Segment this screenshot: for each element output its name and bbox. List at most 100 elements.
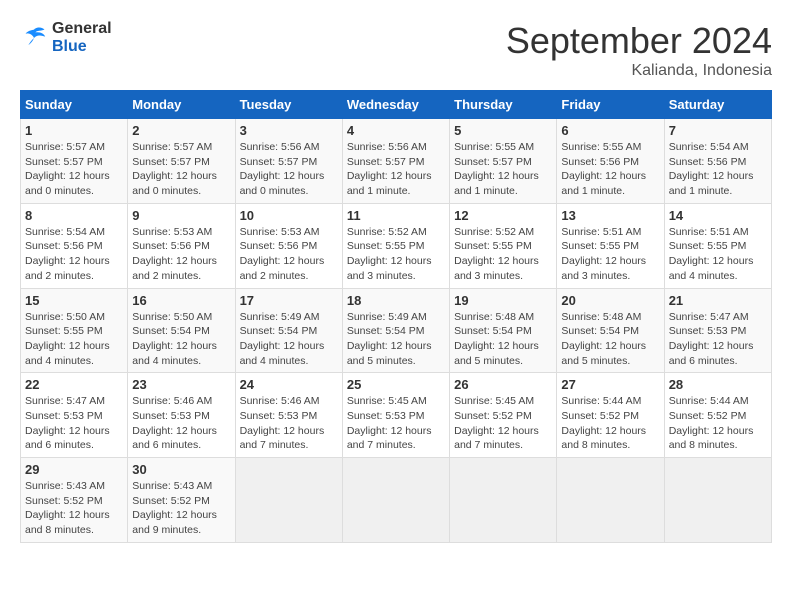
day-number: 25 [347,377,445,392]
day-number: 28 [669,377,767,392]
calendar-week-3: 15Sunrise: 5:50 AM Sunset: 5:55 PM Dayli… [21,288,772,373]
calendar-cell: 23 Sunrise: 5:46 AM Sunset: 5:53 PM Dayli… [128,373,235,458]
calendar-cell [235,458,342,543]
calendar-cell [342,458,449,543]
location: Kalianda, Indonesia [506,62,772,80]
calendar-cell: 7 Sunrise: 5:54 AM Sunset: 5:56 PM Daylig… [664,119,771,204]
day-number: 1 [25,123,123,138]
header-saturday: Saturday [664,91,771,119]
day-number: 5 [454,123,552,138]
calendar-cell: 26Sunrise: 5:45 AM Sunset: 5:52 PM Dayli… [450,373,557,458]
calendar-cell: 29Sunrise: 5:43 AM Sunset: 5:52 PM Dayli… [21,458,128,543]
calendar-week-5: 29Sunrise: 5:43 AM Sunset: 5:52 PM Dayli… [21,458,772,543]
logo-bird-icon [20,24,48,52]
header-thursday: Thursday [450,91,557,119]
calendar-cell [557,458,664,543]
calendar-cell: 14 Sunrise: 5:51 AM Sunset: 5:55 PM Dayli… [664,203,771,288]
day-info: Sunrise: 5:52 AM Sunset: 5:55 PM Dayligh… [454,225,552,284]
day-number: 13 [561,208,659,223]
day-info: Sunrise: 5:50 AM Sunset: 5:54 PM Dayligh… [132,310,230,369]
day-info: Sunrise: 5:56 AM Sunset: 5:57 PM Dayligh… [240,140,338,199]
day-info: Sunrise: 5:51 AM Sunset: 5:55 PM Dayligh… [561,225,659,284]
day-info: Sunrise: 5:49 AM Sunset: 5:54 PM Dayligh… [240,310,338,369]
day-number: 23 [132,377,230,392]
calendar-cell: 27 Sunrise: 5:44 AM Sunset: 5:52 PM Dayli… [557,373,664,458]
calendar-cell: 13 Sunrise: 5:51 AM Sunset: 5:55 PM Dayli… [557,203,664,288]
day-number: 2 [132,123,230,138]
calendar-cell: 30 Sunrise: 5:43 AM Sunset: 5:52 PM Dayli… [128,458,235,543]
calendar-cell [450,458,557,543]
day-info: Sunrise: 5:46 AM Sunset: 5:53 PM Dayligh… [132,394,230,453]
header-wednesday: Wednesday [342,91,449,119]
calendar-cell: 17 Sunrise: 5:49 AM Sunset: 5:54 PM Dayli… [235,288,342,373]
day-number: 4 [347,123,445,138]
day-info: Sunrise: 5:54 AM Sunset: 5:56 PM Dayligh… [25,225,123,284]
day-info: Sunrise: 5:48 AM Sunset: 5:54 PM Dayligh… [454,310,552,369]
day-info: Sunrise: 5:55 AM Sunset: 5:56 PM Dayligh… [561,140,659,199]
day-number: 3 [240,123,338,138]
month-title: September 2024 [506,20,772,62]
day-info: Sunrise: 5:46 AM Sunset: 5:53 PM Dayligh… [240,394,338,453]
calendar-cell: 25Sunrise: 5:45 AM Sunset: 5:53 PM Dayli… [342,373,449,458]
header-tuesday: Tuesday [235,91,342,119]
calendar-table: Sunday Monday Tuesday Wednesday Thursday… [20,90,772,543]
day-number: 24 [240,377,338,392]
day-number: 9 [132,208,230,223]
calendar-week-1: 1 Sunrise: 5:57 AM Sunset: 5:57 PM Daylig… [21,119,772,204]
calendar-cell: 1 Sunrise: 5:57 AM Sunset: 5:57 PM Daylig… [21,119,128,204]
header-monday: Monday [128,91,235,119]
day-info: Sunrise: 5:44 AM Sunset: 5:52 PM Dayligh… [561,394,659,453]
day-number: 14 [669,208,767,223]
day-number: 21 [669,293,767,308]
page-header: General Blue September 2024 Kalianda, In… [20,20,772,80]
day-info: Sunrise: 5:48 AM Sunset: 5:54 PM Dayligh… [561,310,659,369]
calendar-cell: 8 Sunrise: 5:54 AM Sunset: 5:56 PM Daylig… [21,203,128,288]
day-number: 30 [132,462,230,477]
day-number: 17 [240,293,338,308]
day-number: 27 [561,377,659,392]
day-number: 10 [240,208,338,223]
calendar-cell: 12 Sunrise: 5:52 AM Sunset: 5:55 PM Dayli… [450,203,557,288]
header-row: Sunday Monday Tuesday Wednesday Thursday… [21,91,772,119]
day-number: 11 [347,208,445,223]
day-info: Sunrise: 5:47 AM Sunset: 5:53 PM Dayligh… [669,310,767,369]
calendar-cell [664,458,771,543]
day-info: Sunrise: 5:50 AM Sunset: 5:55 PM Dayligh… [25,310,123,369]
calendar-cell: 19 Sunrise: 5:48 AM Sunset: 5:54 PM Dayli… [450,288,557,373]
day-number: 12 [454,208,552,223]
calendar-cell: 28 Sunrise: 5:44 AM Sunset: 5:52 PM Dayli… [664,373,771,458]
day-info: Sunrise: 5:51 AM Sunset: 5:55 PM Dayligh… [669,225,767,284]
logo-text: General Blue [52,20,112,55]
day-number: 19 [454,293,552,308]
title-area: September 2024 Kalianda, Indonesia [506,20,772,80]
calendar-cell: 16 Sunrise: 5:50 AM Sunset: 5:54 PM Dayli… [128,288,235,373]
day-info: Sunrise: 5:49 AM Sunset: 5:54 PM Dayligh… [347,310,445,369]
day-info: Sunrise: 5:43 AM Sunset: 5:52 PM Dayligh… [132,479,230,538]
day-number: 18 [347,293,445,308]
calendar-week-2: 8 Sunrise: 5:54 AM Sunset: 5:56 PM Daylig… [21,203,772,288]
day-number: 20 [561,293,659,308]
day-info: Sunrise: 5:43 AM Sunset: 5:52 PM Dayligh… [25,479,123,538]
day-info: Sunrise: 5:53 AM Sunset: 5:56 PM Dayligh… [132,225,230,284]
day-info: Sunrise: 5:54 AM Sunset: 5:56 PM Dayligh… [669,140,767,199]
day-number: 6 [561,123,659,138]
calendar-cell: 24 Sunrise: 5:46 AM Sunset: 5:53 PM Dayli… [235,373,342,458]
calendar-cell: 5 Sunrise: 5:55 AM Sunset: 5:57 PM Daylig… [450,119,557,204]
day-info: Sunrise: 5:52 AM Sunset: 5:55 PM Dayligh… [347,225,445,284]
header-friday: Friday [557,91,664,119]
calendar-cell: 4Sunrise: 5:56 AM Sunset: 5:57 PM Daylig… [342,119,449,204]
logo: General Blue [20,20,112,55]
header-sunday: Sunday [21,91,128,119]
calendar-cell: 18 Sunrise: 5:49 AM Sunset: 5:54 PM Dayli… [342,288,449,373]
calendar-cell: 9 Sunrise: 5:53 AM Sunset: 5:56 PM Daylig… [128,203,235,288]
calendar-cell: 22Sunrise: 5:47 AM Sunset: 5:53 PM Dayli… [21,373,128,458]
day-info: Sunrise: 5:44 AM Sunset: 5:52 PM Dayligh… [669,394,767,453]
day-number: 22 [25,377,123,392]
calendar-cell: 3 Sunrise: 5:56 AM Sunset: 5:57 PM Daylig… [235,119,342,204]
day-number: 7 [669,123,767,138]
day-info: Sunrise: 5:57 AM Sunset: 5:57 PM Dayligh… [25,140,123,199]
day-info: Sunrise: 5:55 AM Sunset: 5:57 PM Dayligh… [454,140,552,199]
day-number: 8 [25,208,123,223]
day-number: 16 [132,293,230,308]
day-info: Sunrise: 5:45 AM Sunset: 5:52 PM Dayligh… [454,394,552,453]
